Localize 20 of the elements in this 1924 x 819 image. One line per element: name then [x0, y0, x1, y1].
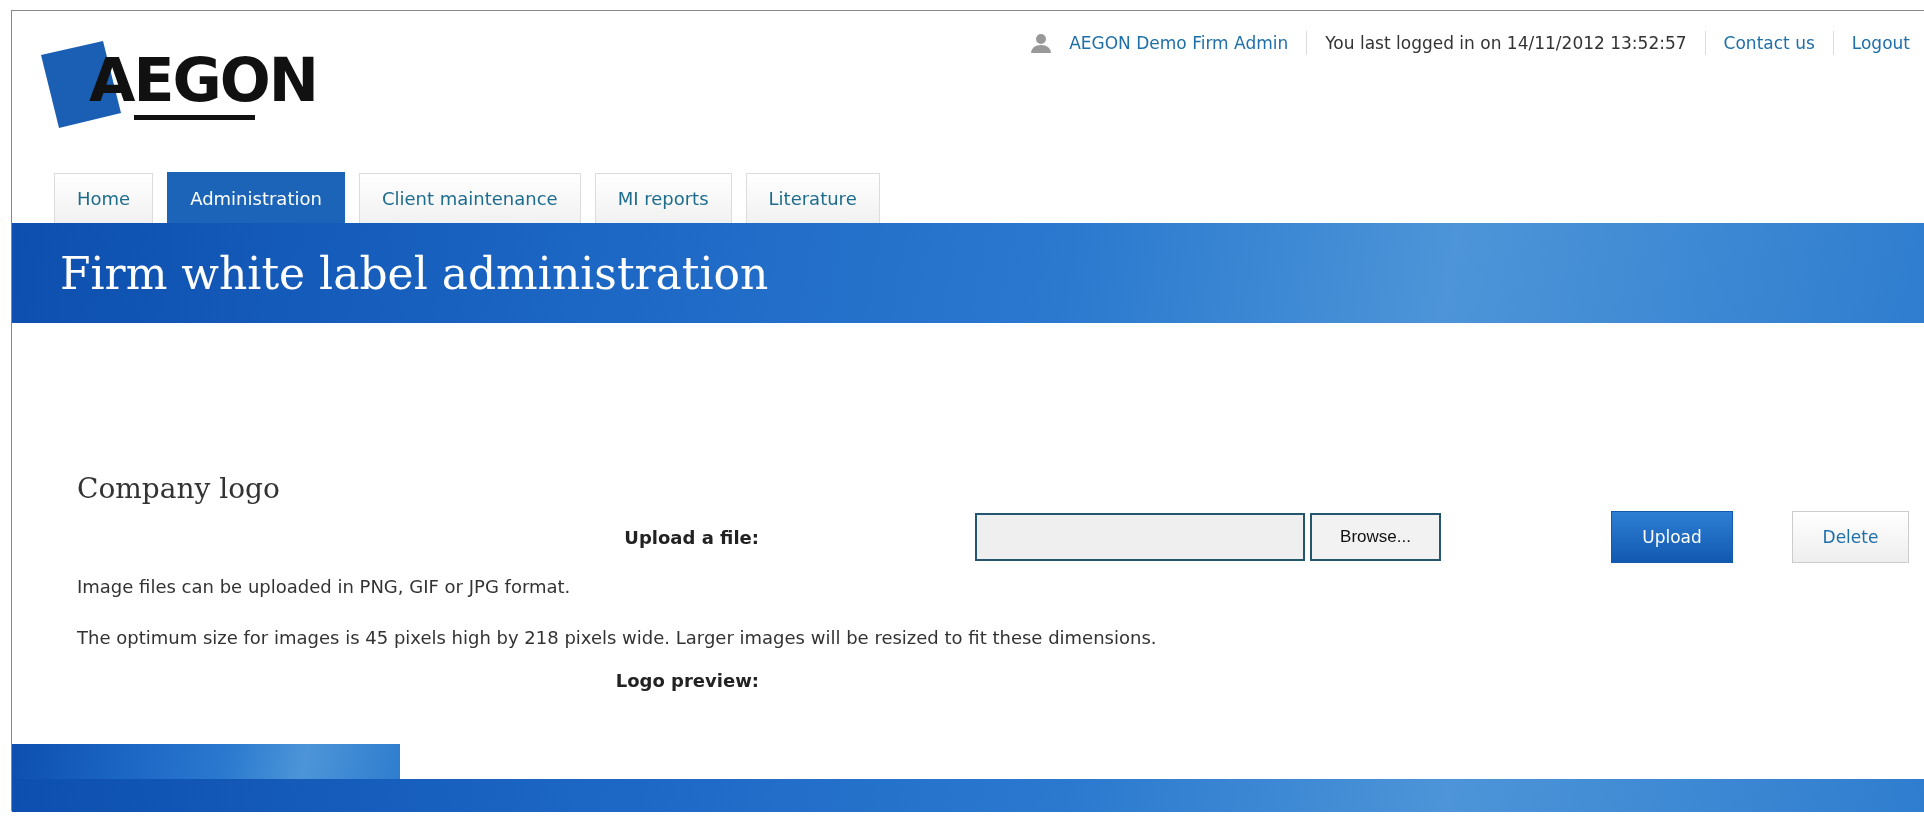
- upload-label: Upload a file:: [623, 526, 759, 548]
- action-button[interactable]: Delete: [1792, 511, 1909, 563]
- header-link[interactable]: Logout: [1851, 33, 1910, 53]
- last-login-text: You last logged in on 14/11/2012 13:52:57: [1325, 33, 1687, 53]
- nav-tab[interactable]: MI reports: [594, 173, 732, 223]
- page-title: Firm white label administration: [60, 247, 769, 299]
- user-link[interactable]: AEGON Demo Firm Admin: [1069, 33, 1289, 53]
- browse-button[interactable]: Browse...: [1310, 513, 1441, 561]
- header-link[interactable]: Contact us: [1723, 33, 1815, 53]
- nav-tab[interactable]: Literature: [745, 173, 880, 223]
- user-icon: [1030, 32, 1053, 54]
- nav-tab[interactable]: Administration: [167, 172, 345, 223]
- nav-tab[interactable]: Client maintenance: [358, 173, 581, 223]
- action-button[interactable]: Upload: [1611, 511, 1733, 563]
- file-path-field[interactable]: [975, 513, 1305, 561]
- nav-tab[interactable]: Home: [54, 173, 154, 223]
- help-text: Image files can be uploaded in PNG, GIF or JPG format.: [77, 575, 572, 599]
- section-title: Company logo: [77, 471, 281, 507]
- preview-label: Logo preview:: [614, 669, 759, 693]
- help-text: The optimum size for images is 45 pixels high by 218 pixels wide. Larger images will be resized to fit these dimensions.: [77, 626, 1158, 650]
